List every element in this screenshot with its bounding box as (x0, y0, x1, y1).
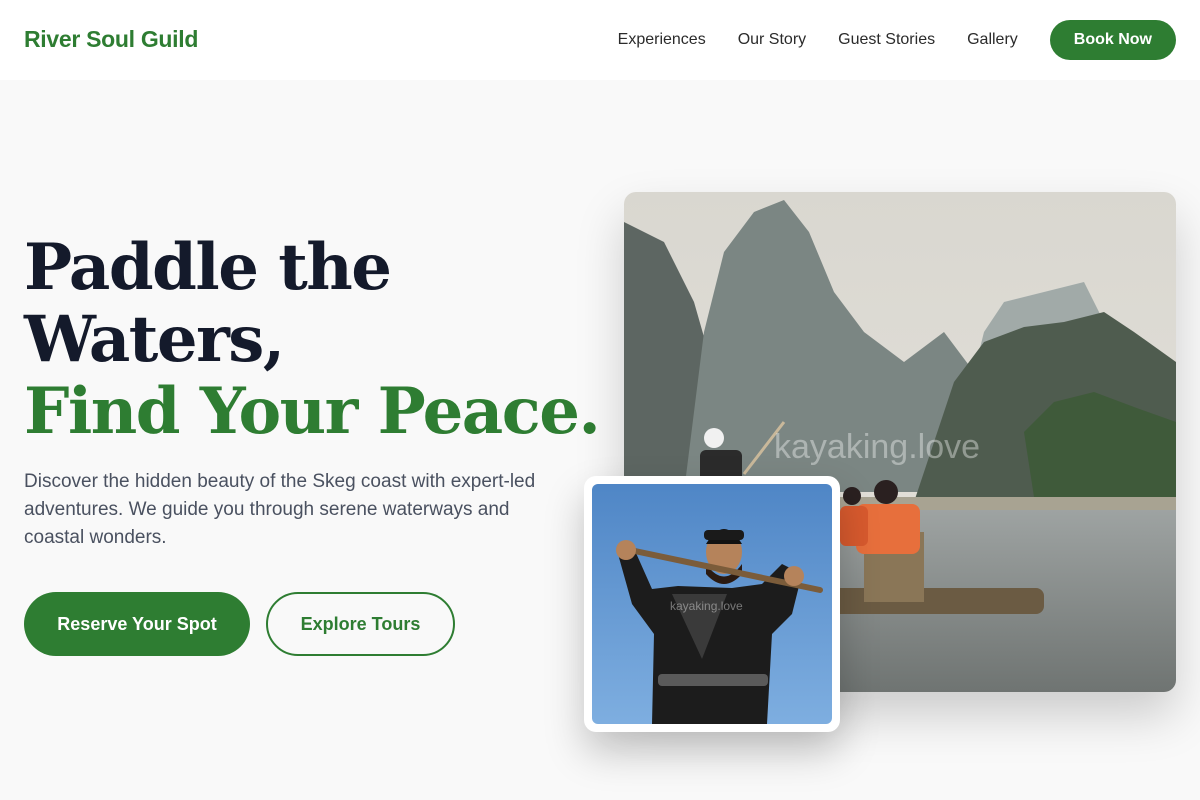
reserve-spot-button[interactable]: Reserve Your Spot (24, 592, 250, 656)
hero-title: Paddle the Waters, Find Your Peace. (24, 232, 604, 448)
main-nav: Experiences Our Story Guest Stories Gall… (618, 20, 1176, 60)
nav-link-guest-stories[interactable]: Guest Stories (838, 31, 935, 49)
explore-tours-button[interactable]: Explore Tours (266, 592, 455, 656)
nav-link-gallery[interactable]: Gallery (967, 31, 1018, 49)
book-now-button[interactable]: Book Now (1049, 20, 1176, 60)
site-header: River Soul Guild Experiences Our Story G… (0, 0, 1200, 80)
hero-inset-photo: kayaking.love (584, 476, 840, 732)
brand-logo[interactable]: River Soul Guild (24, 26, 198, 53)
nav-link-experiences[interactable]: Experiences (618, 31, 706, 49)
main-photo-watermark: kayaking.love (774, 428, 980, 466)
inset-photo-watermark: kayaking.love (670, 599, 743, 613)
hero-title-accent: Find Your Peace. (24, 374, 601, 449)
nav-link-our-story[interactable]: Our Story (738, 31, 806, 49)
hero-description: Discover the hidden beauty of the Skeg c… (24, 471, 536, 548)
hero-title-line-2: Waters, (24, 302, 285, 377)
hero-title-line-1: Paddle the (24, 230, 392, 305)
